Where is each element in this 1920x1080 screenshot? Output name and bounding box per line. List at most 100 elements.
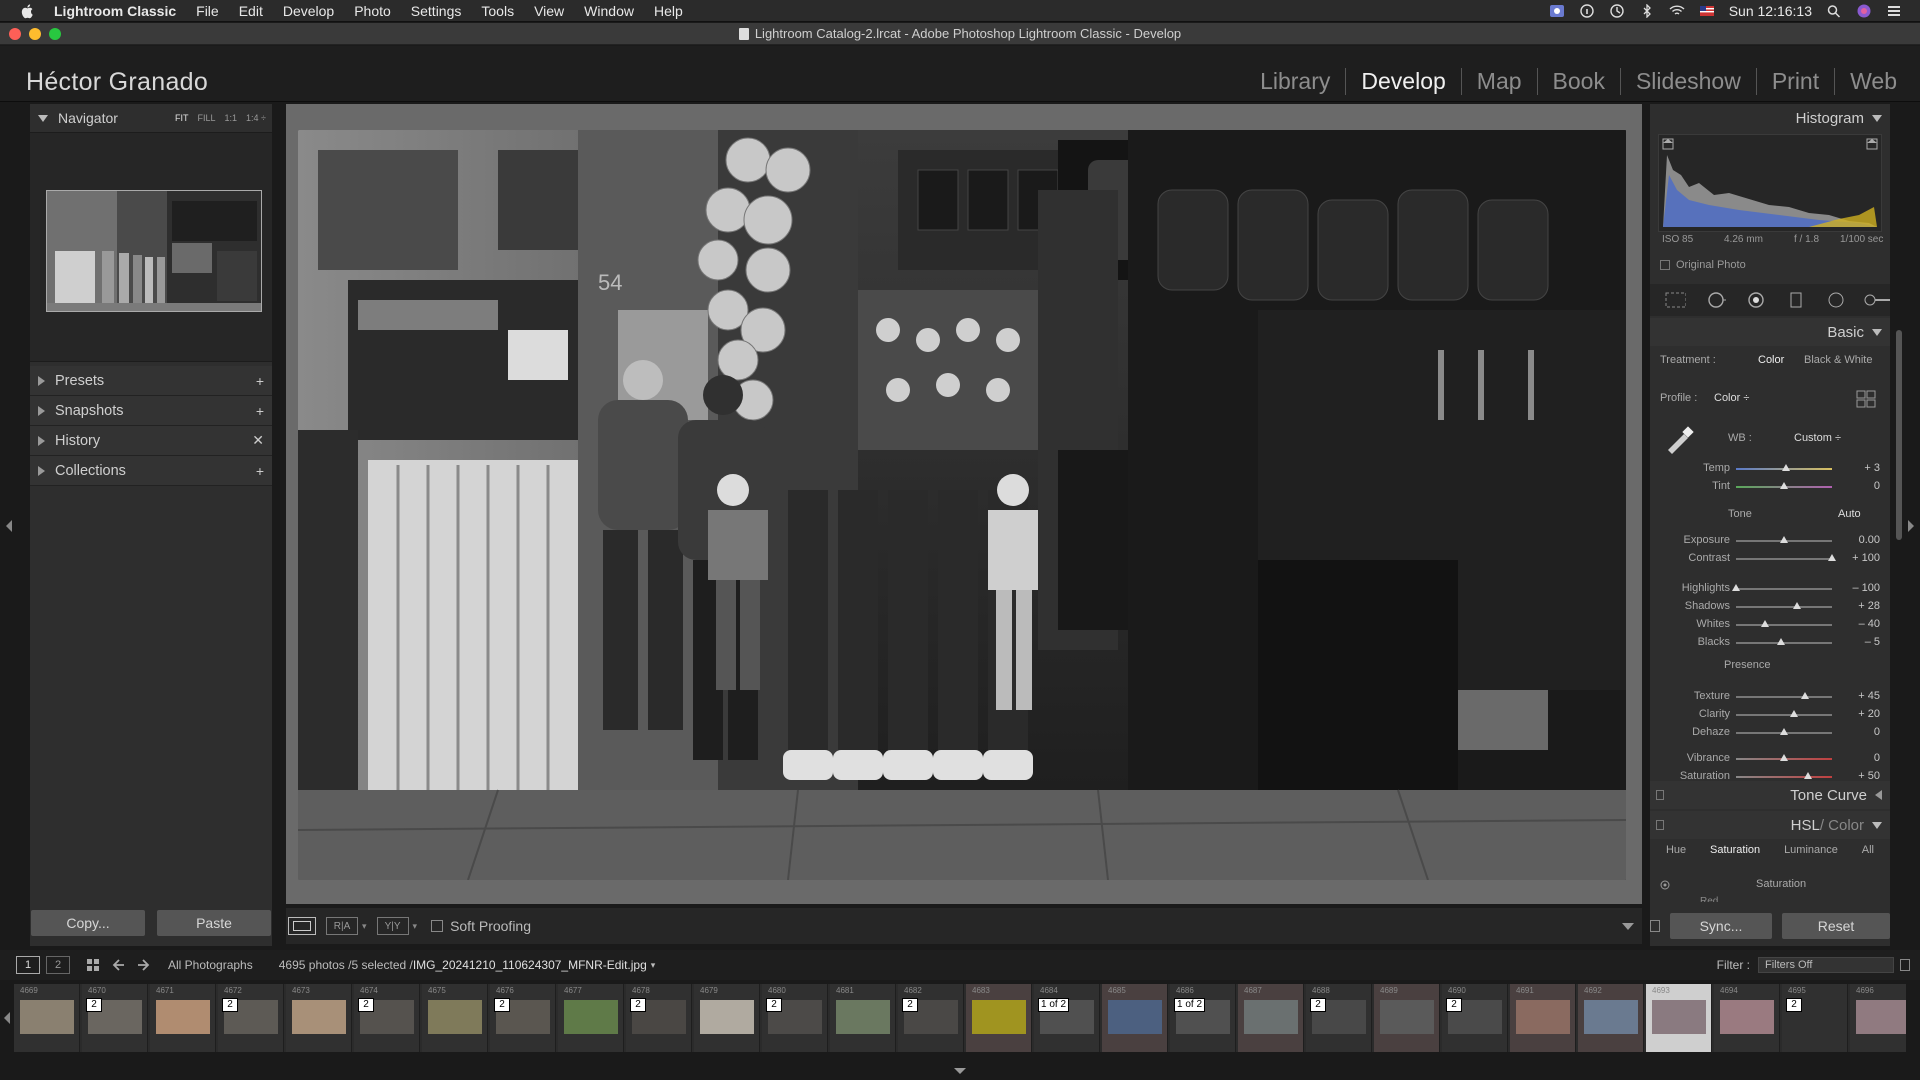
before-after-menu-icon[interactable]: ▾ [362, 921, 367, 932]
slider-value[interactable]: + 28 [1840, 600, 1880, 612]
filmstrip-thumb[interactable]: 4692 [1578, 984, 1644, 1052]
thumb-image[interactable] [972, 1000, 1026, 1034]
menu-clock[interactable]: Sun 12:16:13 [1729, 3, 1812, 19]
add-collection-icon[interactable]: + [256, 463, 264, 479]
wifi-icon[interactable] [1669, 4, 1685, 18]
thumb-image[interactable] [564, 1000, 618, 1034]
nav-fit-option[interactable]: FIT [175, 113, 189, 123]
filmstrip-thumb[interactable]: 4691 [1510, 984, 1576, 1052]
stack-badge[interactable]: 2 [222, 998, 238, 1012]
slider-vibrance[interactable]: Vibrance 0 [1650, 750, 1890, 768]
thumb-image[interactable] [156, 1000, 210, 1034]
back-arrow-icon[interactable] [112, 958, 126, 972]
original-photo-checkbox[interactable] [1660, 260, 1670, 270]
wb-select[interactable]: Custom ÷ [1794, 432, 1841, 444]
filmstrip-thumb[interactable]: 4690 2 [1442, 984, 1508, 1052]
module-library[interactable]: Library [1245, 68, 1345, 95]
histogram-collapse-icon[interactable] [1872, 114, 1882, 122]
image-canvas[interactable]: 54 [286, 104, 1642, 904]
filmstrip-thumb[interactable]: 4678 2 [626, 984, 692, 1052]
red-eye-icon[interactable] [1744, 291, 1766, 309]
filmstrip-thumb[interactable]: 4680 2 [762, 984, 828, 1052]
slider-clarity[interactable]: Clarity + 20 [1650, 706, 1890, 724]
window-zoom-button[interactable] [49, 28, 61, 40]
slider-texture[interactable]: Texture + 45 [1650, 688, 1890, 706]
stack-badge[interactable]: 2 [86, 998, 102, 1012]
filmstrip-thumb[interactable]: 4684 1 of 2 [1034, 984, 1100, 1052]
slider-value[interactable]: 0 [1840, 752, 1880, 764]
profile-browser-icon[interactable] [1856, 390, 1876, 408]
slider-shadows[interactable]: Shadows + 28 [1650, 598, 1890, 616]
slider-dehaze[interactable]: Dehaze 0 [1650, 724, 1890, 742]
siri-icon[interactable] [1856, 4, 1872, 18]
hsl-target-adjust-icon[interactable] [1660, 880, 1670, 890]
slider-track[interactable] [1736, 606, 1832, 608]
stack-badge[interactable]: 2 [1310, 998, 1326, 1012]
before-after-swap-icon[interactable]: ▾ [413, 921, 418, 932]
reset-button[interactable]: Reset [1782, 913, 1890, 939]
history-expand-icon[interactable] [38, 435, 45, 446]
slider-knob[interactable] [1732, 584, 1740, 591]
filmstrip-thumb[interactable]: 4694 [1714, 984, 1780, 1052]
menu-tools[interactable]: Tools [481, 3, 514, 19]
filmstrip-thumb[interactable]: 4669 [14, 984, 80, 1052]
time-machine-icon[interactable] [1609, 3, 1625, 18]
filmstrip-thumb[interactable]: 4688 2 [1306, 984, 1372, 1052]
navigator-collapse-icon[interactable] [38, 114, 48, 122]
slider-knob[interactable] [1780, 728, 1788, 735]
stack-badge[interactable]: 2 [494, 998, 510, 1012]
soft-proofing-checkbox[interactable] [431, 920, 444, 932]
add-snapshot-icon[interactable]: + [256, 403, 264, 419]
second-window-button[interactable]: 2 [46, 956, 70, 974]
slider-knob[interactable] [1780, 482, 1788, 489]
thumb-image[interactable] [836, 1000, 890, 1034]
hsl-collapse-icon[interactable] [1872, 821, 1882, 829]
bluetooth-icon[interactable] [1639, 3, 1655, 18]
filmstrip-thumb[interactable]: 4672 2 [218, 984, 284, 1052]
history-panel-header[interactable]: History ✕ [30, 426, 272, 456]
flag-icon[interactable] [1699, 4, 1715, 18]
basic-collapse-icon[interactable] [1872, 328, 1882, 336]
before-after-lr-button[interactable]: R|A [326, 917, 358, 935]
slider-value[interactable]: – 100 [1840, 582, 1880, 594]
menu-settings[interactable]: Settings [411, 3, 462, 19]
menu-edit[interactable]: Edit [239, 3, 263, 19]
filmstrip-thumb[interactable]: 4685 [1102, 984, 1168, 1052]
slider-knob[interactable] [1780, 536, 1788, 543]
filmstrip-thumb[interactable]: 4674 2 [354, 984, 420, 1052]
apple-icon[interactable] [20, 3, 36, 19]
filmstrip-thumb[interactable]: 4687 [1238, 984, 1304, 1052]
filmstrip-thumb[interactable]: 4673 [286, 984, 352, 1052]
spotlight-search-icon[interactable] [1826, 4, 1842, 18]
presets-expand-icon[interactable] [38, 375, 45, 386]
thumb-image[interactable] [1584, 1000, 1638, 1034]
module-slideshow[interactable]: Slideshow [1619, 68, 1756, 95]
filmstrip-thumb[interactable]: 4686 1 of 2 [1170, 984, 1236, 1052]
window-minimize-button[interactable] [29, 28, 41, 40]
filmstrip-thumb[interactable]: 4689 [1374, 984, 1440, 1052]
filmstrip-source[interactable]: All Photographs [168, 958, 253, 972]
treatment-color-option[interactable]: Color [1758, 354, 1784, 366]
filmstrip-thumb[interactable]: 4670 2 [82, 984, 148, 1052]
slider-temp[interactable]: Temp + 3 [1650, 460, 1890, 478]
menu-develop[interactable]: Develop [283, 3, 334, 19]
right-panel-scrollbar[interactable] [1896, 330, 1902, 540]
nav-zoom-option[interactable]: 1:4 ÷ [246, 113, 266, 123]
treatment-bw-option[interactable]: Black & White [1804, 354, 1872, 366]
slider-knob[interactable] [1780, 754, 1788, 761]
tone-curve-expand-icon[interactable] [1875, 790, 1882, 800]
menu-help[interactable]: Help [654, 3, 683, 19]
filmstrip-thumb[interactable]: 4679 [694, 984, 760, 1052]
collections-expand-icon[interactable] [38, 465, 45, 476]
window-close-button[interactable] [9, 28, 21, 40]
thumb-image[interactable] [1108, 1000, 1162, 1034]
filmstrip-thumb[interactable]: 4675 [422, 984, 488, 1052]
slider-knob[interactable] [1760, 620, 1769, 627]
stack-badge[interactable]: 1 of 2 [1174, 998, 1206, 1012]
sync-switch-icon[interactable] [1650, 920, 1660, 932]
clear-history-icon[interactable]: ✕ [252, 432, 264, 449]
slider-value[interactable]: 0 [1840, 480, 1880, 492]
paste-settings-button[interactable]: Paste [157, 910, 271, 936]
collections-panel-header[interactable]: Collections + [30, 456, 272, 486]
histogram-header[interactable]: Histogram [1650, 104, 1890, 132]
